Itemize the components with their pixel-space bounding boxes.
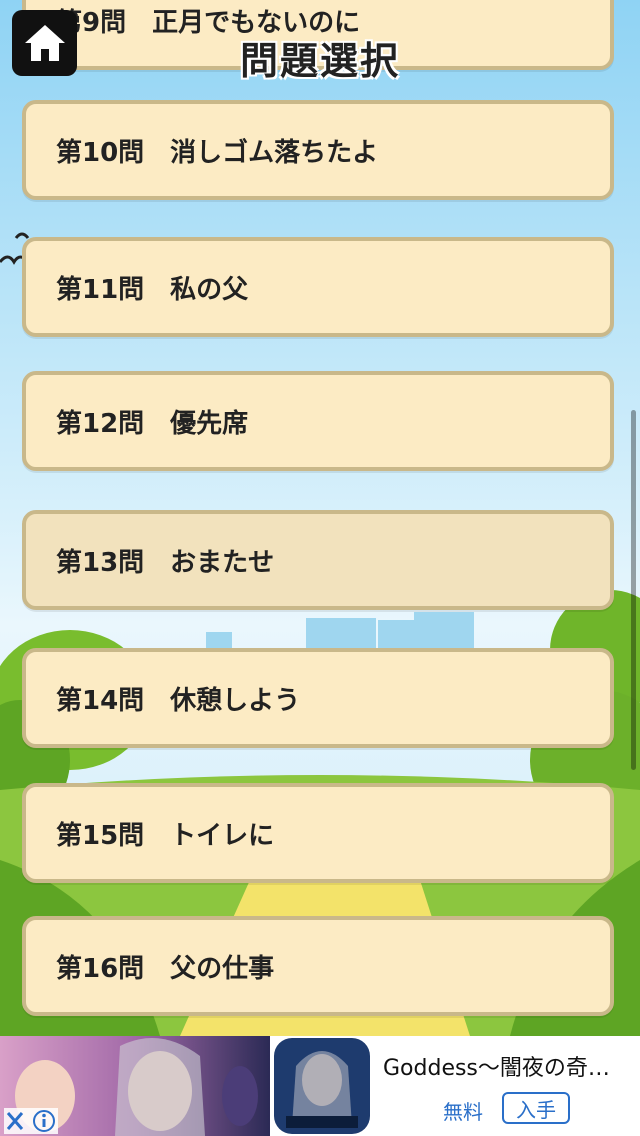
question-label: 第12問 優先席 [56,408,249,439]
ad-controls [4,1108,58,1134]
question-item-16[interactable]: 第16問 父の仕事 [22,916,614,1016]
ad-install-button[interactable]: 入手 [502,1092,570,1124]
home-icon [24,25,65,61]
question-label: 第13問 おまたせ [56,547,275,578]
question-item-12[interactable]: 第12問 優先席 [22,371,614,471]
ad-title: Goddess〜闇夜の奇… [383,1056,610,1081]
question-label: 第10問 消しゴム落ちたよ [56,137,379,168]
question-label: 第15問 トイレに [56,820,275,851]
question-label: 第16問 父の仕事 [56,953,275,984]
ad-price: 無料 [443,1100,483,1124]
question-item-11[interactable]: 第11問 私の父 [22,237,614,337]
home-button[interactable] [12,10,77,76]
scrollbar[interactable] [631,410,636,770]
question-item-10[interactable]: 第10問 消しゴム落ちたよ [22,100,614,200]
question-label: 第14問 休憩しよう [56,685,301,716]
question-item-15[interactable]: 第15問 トイレに [22,783,614,883]
question-item-13[interactable]: 第13問 おまたせ [22,510,614,610]
question-item-14[interactable]: 第14問 休憩しよう [22,648,614,748]
ad-banner[interactable]: Goddess〜闇夜の奇… 無料 入手 [0,1036,640,1136]
app-icon [274,1038,370,1134]
page-title: 問題選択 [239,39,400,83]
question-label: 第11問 私の父 [56,274,249,305]
